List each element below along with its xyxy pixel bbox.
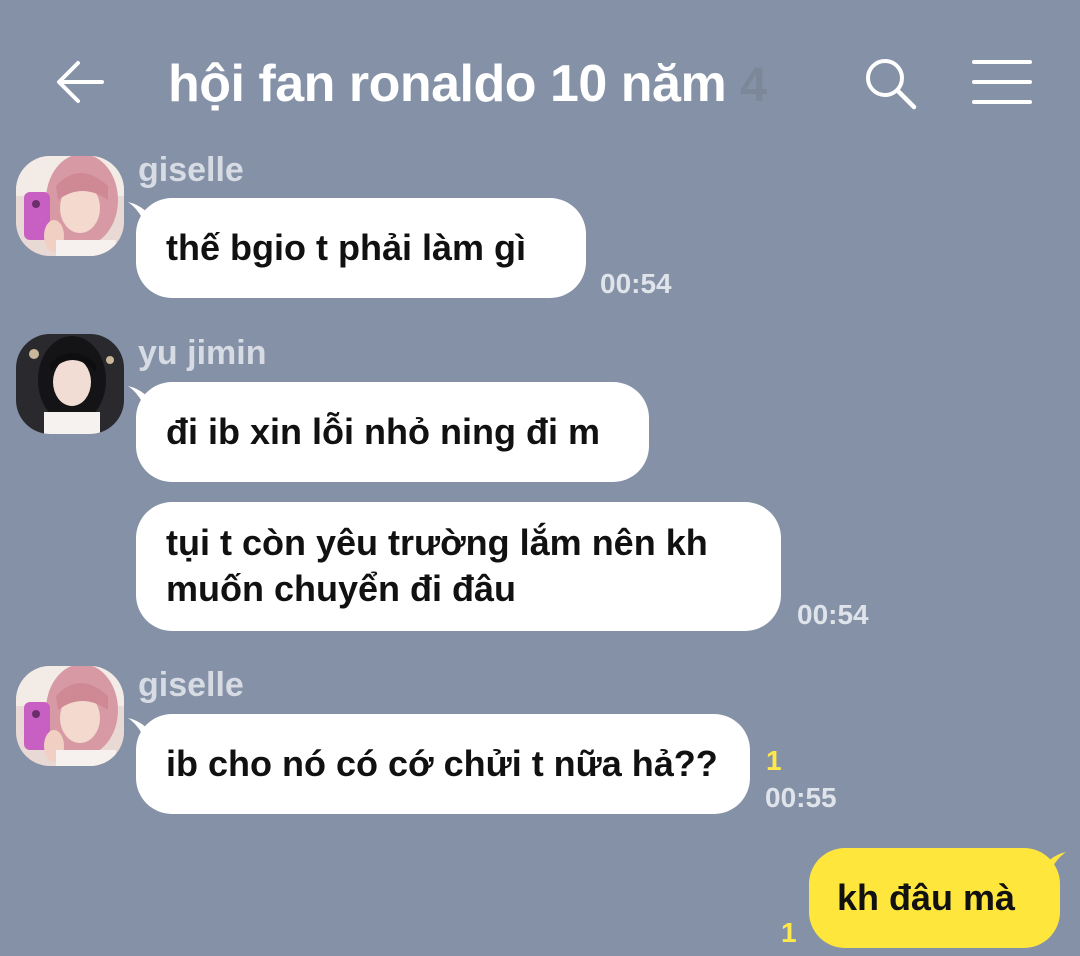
sender-name: giselle <box>138 151 244 189</box>
menu-icon <box>972 60 1032 104</box>
unread-count: 1 <box>766 745 782 776</box>
message-text: đi ib xin lỗi nhỏ ning đi m <box>166 411 600 452</box>
message-bubble[interactable]: đi ib xin lỗi nhỏ ning đi m <box>128 382 649 482</box>
chat-title-text: hội fan ronaldo 10 năm <box>168 55 727 113</box>
avatar-image <box>16 334 124 434</box>
message-time: 00:54 <box>797 599 869 630</box>
avatar-giselle[interactable] <box>16 156 124 256</box>
message-text-line: muốn chuyển đi đâu <box>166 568 517 609</box>
back-arrow-icon <box>57 61 104 103</box>
member-count: 4 <box>740 59 767 112</box>
message-bubble[interactable]: tụi t còn yêu trường lắm nên kh muốn chu… <box>136 502 781 631</box>
chat-title: hội fan ronaldo 10 năm 4 <box>168 52 767 118</box>
my-message-bubble[interactable]: kh đâu mà <box>809 848 1066 948</box>
bubble-tail <box>128 386 158 414</box>
back-button[interactable] <box>50 52 110 112</box>
message-text: kh đâu mà <box>837 877 1016 918</box>
sender-name: yu jimin <box>138 334 267 372</box>
message-text: ib cho nó có cớ chửi t nữa hả?? <box>166 743 718 784</box>
avatar-image <box>16 156 124 256</box>
search-button[interactable] <box>860 54 920 114</box>
message-text: thế bgio t phải làm gì <box>166 227 526 268</box>
bubble-tail <box>128 202 158 230</box>
avatar-giselle[interactable] <box>16 666 124 766</box>
bubble-tail <box>1036 852 1066 880</box>
menu-button[interactable] <box>970 54 1034 110</box>
message-time: 00:54 <box>600 268 672 299</box>
message-text-line: tụi t còn yêu trường lắm nên kh <box>166 522 708 563</box>
unread-count: 1 <box>781 917 797 948</box>
message-bubble[interactable]: thế bgio t phải làm gì <box>128 198 586 298</box>
search-icon <box>866 59 917 110</box>
avatar-yu-jimin[interactable] <box>16 334 124 434</box>
sender-name: giselle <box>138 666 244 704</box>
avatar-image <box>16 666 124 766</box>
chat-header: hội fan ronaldo 10 năm 4 <box>0 0 1080 150</box>
message-time: 00:55 <box>765 782 837 813</box>
bubble-tail <box>128 718 158 746</box>
message-bubble[interactable]: ib cho nó có cớ chửi t nữa hả?? <box>128 714 750 814</box>
